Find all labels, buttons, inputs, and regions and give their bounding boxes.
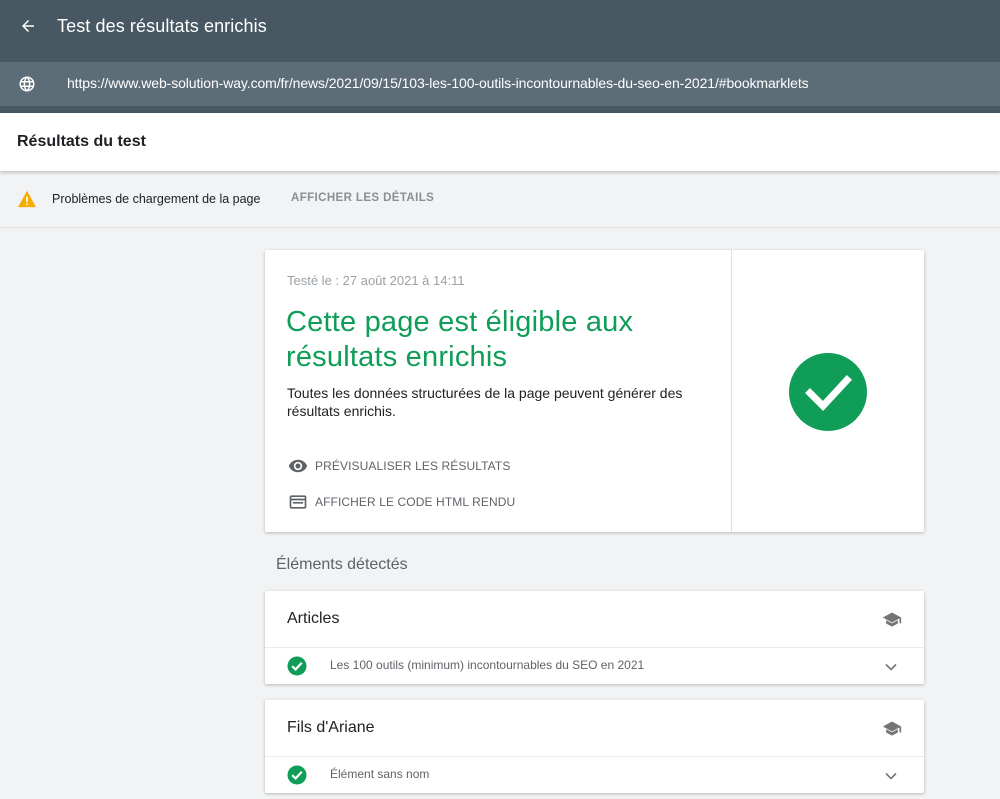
back-button[interactable] (14, 12, 42, 40)
section-header: Résultats du test (0, 113, 1000, 171)
eye-icon (287, 455, 309, 477)
item-header: Fils d'Ariane (265, 700, 924, 757)
app-bar: Test des résultats enrichis https://www.… (0, 0, 1000, 113)
url-bar: https://www.web-solution-way.com/fr/news… (0, 62, 1000, 106)
detected-elements-title: Éléments détectés (276, 556, 408, 573)
item-row-label: Élément sans nom (330, 767, 430, 781)
browser-window-icon (287, 491, 309, 513)
list-item[interactable]: Élément sans nom (265, 757, 924, 793)
show-details-link[interactable]: AFFICHER LES DÉTAILS (291, 192, 434, 204)
check-circle-icon (789, 353, 867, 431)
item-header: Articles (265, 591, 924, 648)
check-circle-icon (287, 656, 307, 676)
preview-results-label: PRÉVISUALISER LES RÉSULTATS (315, 459, 511, 473)
list-item[interactable]: Les 100 outils (minimum) incontournables… (265, 648, 924, 684)
graduation-cap-icon[interactable] (882, 720, 902, 738)
view-rendered-html-button[interactable]: AFFICHER LE CODE HTML RENDU (287, 491, 515, 513)
chevron-down-icon[interactable] (884, 660, 898, 674)
view-rendered-html-label: AFFICHER LE CODE HTML RENDU (315, 495, 516, 509)
globe-icon (19, 76, 35, 92)
tested-date: Testé le : 27 août 2021 à 14:11 (287, 273, 465, 288)
graduation-cap-icon[interactable] (882, 611, 902, 629)
item-title: Fils d'Ariane (287, 719, 375, 736)
chevron-down-icon[interactable] (884, 769, 898, 783)
result-description: Toutes les données structurées de la pag… (287, 385, 683, 419)
status-panel (732, 250, 924, 532)
result-headline: Cette page est éligible aux résultats en… (286, 306, 634, 373)
detected-item-breadcrumbs: Fils d'Ariane Élément sans nom (265, 700, 924, 793)
item-row-label: Les 100 outils (minimum) incontournables… (330, 658, 645, 672)
detected-item-articles: Articles Les 100 outils (minimum) incont… (265, 591, 924, 684)
check-circle-icon (287, 765, 307, 785)
warning-text: Problèmes de chargement de la page (52, 192, 261, 206)
result-summary: Testé le : 27 août 2021 à 14:11 Cette pa… (265, 250, 732, 532)
warning-icon (18, 190, 36, 208)
result-card: Testé le : 27 août 2021 à 14:11 Cette pa… (265, 250, 924, 532)
preview-results-button[interactable]: PRÉVISUALISER LES RÉSULTATS (287, 455, 510, 477)
warning-banner: Problèmes de chargement de la page AFFIC… (0, 171, 1000, 228)
arrow-back-icon (22, 20, 34, 32)
item-title: Articles (287, 610, 340, 627)
tested-url: https://www.web-solution-way.com/fr/news… (67, 75, 809, 91)
section-title: Résultats du test (17, 133, 146, 150)
app-title: Test des résultats enrichis (57, 16, 267, 36)
